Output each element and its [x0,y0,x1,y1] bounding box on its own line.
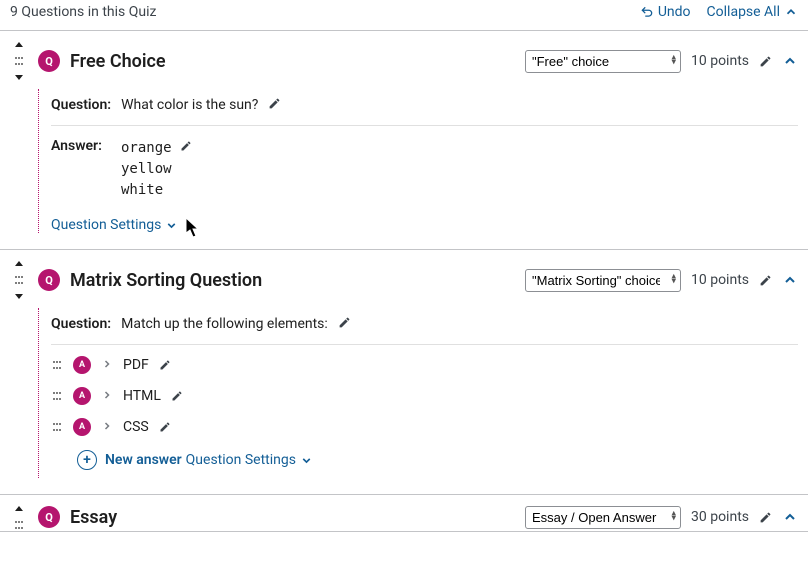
drag-handle-icon[interactable] [13,55,25,67]
undo-icon [640,5,654,19]
question-type-select[interactable]: "Matrix Sorting" choice [525,269,681,292]
question-text: What color is the sun? [121,97,258,113]
answer-badge-icon: A [73,387,91,405]
edit-points-button[interactable] [759,511,772,524]
points-label: 10 points [691,272,749,288]
question-badge-icon: Q [38,506,60,528]
chevron-up-icon [784,5,798,19]
chevron-down-icon [300,454,313,467]
edit-answer-button[interactable] [159,359,171,371]
question-block: Q Free Choice "Free" choice ▴▾ 10 points… [0,31,808,250]
answer-list: orange yellow white [121,138,192,201]
quiz-header: 9 Questions in this Quiz Undo Collapse A… [0,0,808,31]
answer-badge-icon: A [73,418,91,436]
answer-row: A HTML [51,380,798,411]
edit-answer-button[interactable] [159,421,171,433]
question-title: Free Choice [70,51,166,72]
drag-handle-icon[interactable] [51,359,63,371]
collapse-all-button[interactable]: Collapse All [707,4,798,20]
chevron-right-icon [101,355,113,374]
answer-badge-icon: A [73,356,91,374]
question-type-select[interactable]: "Free" choice [525,50,681,73]
edit-question-button[interactable] [268,97,281,110]
chevron-down-icon [165,219,178,232]
chevron-right-icon [101,417,113,436]
question-text: Match up the following elements: [121,316,328,332]
new-answer-button[interactable]: + New answer [77,442,182,478]
drag-handle-icon[interactable] [13,274,25,286]
question-block: Q Essay Essay / Open Answer ▴▾ 30 points [0,495,808,532]
move-down-button[interactable] [13,71,25,83]
move-up-button[interactable] [13,258,25,270]
edit-question-button[interactable] [338,316,351,329]
points-label: 30 points [691,509,749,525]
question-badge-icon: Q [38,50,60,72]
answer-row: A PDF [51,349,798,380]
move-down-button[interactable] [13,290,25,302]
answer-label: Answer: [51,138,111,154]
answer-row: A CSS [51,411,798,442]
edit-answer-button[interactable] [171,390,183,402]
collapse-button[interactable] [782,272,798,288]
plus-circle-icon: + [77,450,97,470]
answer-text: PDF [123,357,149,373]
question-settings-button[interactable]: Question Settings [186,444,313,468]
question-type-select[interactable]: Essay / Open Answer [525,506,681,529]
question-label: Question: [51,97,111,113]
answer-text: CSS [123,419,149,435]
edit-points-button[interactable] [759,55,772,68]
question-count: 9 Questions in this Quiz [10,4,156,20]
undo-button[interactable]: Undo [640,4,691,20]
drag-handle-icon[interactable] [13,519,25,531]
edit-answer-button[interactable] [180,140,192,152]
move-controls [10,258,28,302]
question-block: Q Matrix Sorting Question "Matrix Sortin… [0,250,808,495]
edit-points-button[interactable] [759,274,772,287]
answer-text: HTML [123,388,161,404]
collapse-button[interactable] [782,53,798,69]
move-up-button[interactable] [13,503,25,515]
collapse-button[interactable] [782,509,798,525]
question-title: Essay [70,507,117,528]
move-controls [10,503,28,531]
question-badge-icon: Q [38,269,60,291]
question-settings-button[interactable]: Question Settings [51,209,178,233]
move-controls [10,39,28,83]
question-label: Question: [51,316,111,332]
drag-handle-icon[interactable] [51,421,63,433]
points-label: 10 points [691,53,749,69]
drag-handle-icon[interactable] [51,390,63,402]
chevron-right-icon [101,386,113,405]
move-up-button[interactable] [13,39,25,51]
question-title: Matrix Sorting Question [70,270,262,291]
